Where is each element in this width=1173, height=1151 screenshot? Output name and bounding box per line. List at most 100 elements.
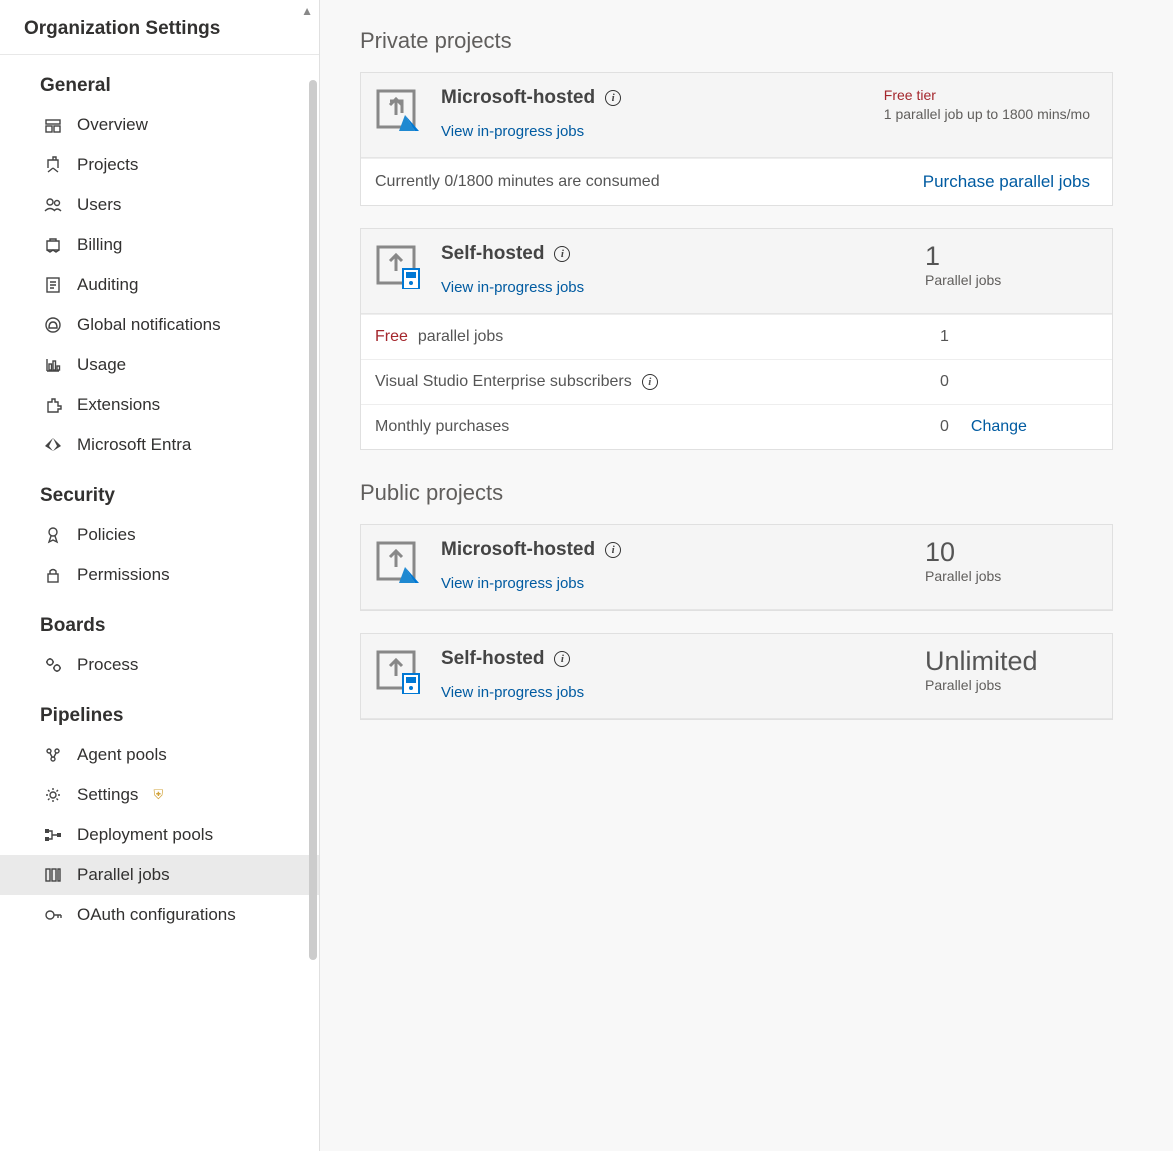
change-link[interactable]: Change [971, 418, 1027, 436]
info-icon[interactable]: i [554, 246, 570, 262]
sidebar-item-label: Users [77, 195, 121, 215]
view-in-progress-link[interactable]: View in-progress jobs [441, 684, 584, 701]
scroll-up-icon[interactable]: ▲ [301, 4, 313, 18]
sidebar-item-label: Agent pools [77, 745, 167, 765]
notify-icon [44, 316, 62, 334]
settings-sidebar: ▲ Organization Settings General Overview P… [0, 0, 320, 1151]
info-icon[interactable]: i [605, 90, 621, 106]
shield-icon: ⛨ [153, 787, 163, 803]
sidebar-item-process[interactable]: Process [0, 645, 319, 685]
parallel-jobs-label: Parallel jobs [925, 568, 1090, 584]
entra-icon [44, 436, 62, 454]
sidebar-item-agent-pools[interactable]: Agent pools [0, 735, 319, 775]
info-icon[interactable]: i [554, 651, 570, 667]
sidebar-item-label: Parallel jobs [77, 865, 170, 885]
sidebar-item-label: OAuth configurations [77, 905, 236, 925]
free-word: Free [375, 328, 408, 346]
sidebar-item-policies[interactable]: Policies [0, 515, 319, 555]
projects-icon [44, 156, 62, 174]
free-parallel-jobs-value: 1 [940, 328, 949, 346]
sidebar-item-projects[interactable]: Projects [0, 145, 319, 185]
extensions-icon [44, 396, 62, 414]
sidebar-item-label: Deployment pools [77, 825, 213, 845]
free-tier-label: Free tier [884, 87, 1090, 103]
sidebar-item-oauth-configurations[interactable]: OAuth configurations [0, 895, 319, 935]
private-ms-title: Microsoft-hosted [441, 87, 595, 109]
parallel-jobs-count: 1 [925, 243, 1090, 270]
parallel-jobs-label: Parallel jobs [925, 677, 1090, 693]
sidebar-item-label: Overview [77, 115, 148, 135]
vse-subscribers-label: Visual Studio Enterprise subscribers [375, 373, 632, 391]
sidebar-item-users[interactable]: Users [0, 185, 319, 225]
auditing-icon [44, 276, 62, 294]
parallel-jobs-count: 10 [925, 539, 1090, 566]
sidebar-item-microsoft-entra[interactable]: Microsoft Entra [0, 425, 319, 465]
permissions-icon [44, 566, 62, 584]
tier-description: 1 parallel job up to 1800 mins/mo [884, 105, 1090, 125]
sidebar-section-header: Security [0, 465, 319, 515]
self-hosted-icon [375, 243, 421, 289]
private-ms-hosted-card: Microsoft-hosted i View in-progress jobs… [360, 72, 1113, 206]
sidebar-item-parallel-jobs[interactable]: Parallel jobs [0, 855, 319, 895]
public-ms-hosted-card: Microsoft-hosted i View in-progress jobs… [360, 524, 1113, 611]
deploy-icon [44, 826, 62, 844]
sidebar-item-global-notifications[interactable]: Global notifications [0, 305, 319, 345]
sidebar-section-header: Boards [0, 595, 319, 645]
sidebar-item-label: Permissions [77, 565, 170, 585]
sidebar-item-label: Microsoft Entra [77, 435, 191, 455]
view-in-progress-link[interactable]: View in-progress jobs [441, 123, 584, 140]
view-in-progress-link[interactable]: View in-progress jobs [441, 575, 584, 592]
sidebar-item-label: Usage [77, 355, 126, 375]
sidebar-item-label: Policies [77, 525, 136, 545]
agent-icon [44, 746, 62, 764]
public-projects-heading: Public projects [360, 480, 1113, 506]
self-hosted-icon [375, 648, 421, 694]
sidebar-item-auditing[interactable]: Auditing [0, 265, 319, 305]
public-ms-title: Microsoft-hosted [441, 539, 595, 561]
monthly-purchases-label: Monthly purchases [375, 418, 509, 436]
settings-icon [44, 786, 62, 804]
parallel-icon [44, 866, 62, 884]
sidebar-item-permissions[interactable]: Permissions [0, 555, 319, 595]
parallel-jobs-count: Unlimited [925, 648, 1090, 675]
sidebar-section-header: Pipelines [0, 685, 319, 735]
sidebar-title: Organization Settings [0, 0, 319, 55]
sidebar-item-billing[interactable]: Billing [0, 225, 319, 265]
sidebar-item-settings[interactable]: Settings ⛨ [0, 775, 319, 815]
private-self-hosted-card: Self-hosted i View in-progress jobs 1 Pa… [360, 228, 1113, 450]
overview-icon [44, 116, 62, 134]
private-self-title: Self-hosted [441, 243, 544, 265]
info-icon[interactable]: i [605, 542, 621, 558]
sidebar-item-overview[interactable]: Overview [0, 105, 319, 145]
parallel-jobs-label: Parallel jobs [925, 272, 1090, 288]
policies-icon [44, 526, 62, 544]
sidebar-item-label: Billing [77, 235, 122, 255]
main-content: Private projects Microsoft-hosted i View… [320, 0, 1173, 1151]
sidebar-item-extensions[interactable]: Extensions [0, 385, 319, 425]
private-projects-heading: Private projects [360, 28, 1113, 54]
oauth-icon [44, 906, 62, 924]
view-in-progress-link[interactable]: View in-progress jobs [441, 279, 584, 296]
users-icon [44, 196, 62, 214]
info-icon[interactable]: i [642, 374, 658, 390]
sidebar-scrollbar[interactable] [309, 80, 317, 960]
minutes-consumed-text: Currently 0/1800 minutes are consumed [375, 173, 660, 191]
sidebar-item-label: Projects [77, 155, 138, 175]
ms-hosted-icon [375, 539, 421, 585]
purchase-parallel-jobs-link[interactable]: Purchase parallel jobs [923, 172, 1090, 192]
sidebar-item-usage[interactable]: Usage [0, 345, 319, 385]
ms-hosted-icon [375, 87, 421, 133]
sidebar-item-deployment-pools[interactable]: Deployment pools [0, 815, 319, 855]
sidebar-section-header: General [0, 55, 319, 105]
public-self-hosted-card: Self-hosted i View in-progress jobs Unli… [360, 633, 1113, 720]
usage-icon [44, 356, 62, 374]
free-parallel-jobs-label: parallel jobs [418, 328, 503, 346]
monthly-purchases-value: 0 [940, 418, 949, 436]
sidebar-item-label: Auditing [77, 275, 138, 295]
public-self-title: Self-hosted [441, 648, 544, 670]
sidebar-item-label: Global notifications [77, 315, 221, 335]
sidebar-item-label: Process [77, 655, 138, 675]
process-icon [44, 656, 62, 674]
sidebar-item-label: Settings [77, 785, 138, 805]
sidebar-item-label: Extensions [77, 395, 160, 415]
